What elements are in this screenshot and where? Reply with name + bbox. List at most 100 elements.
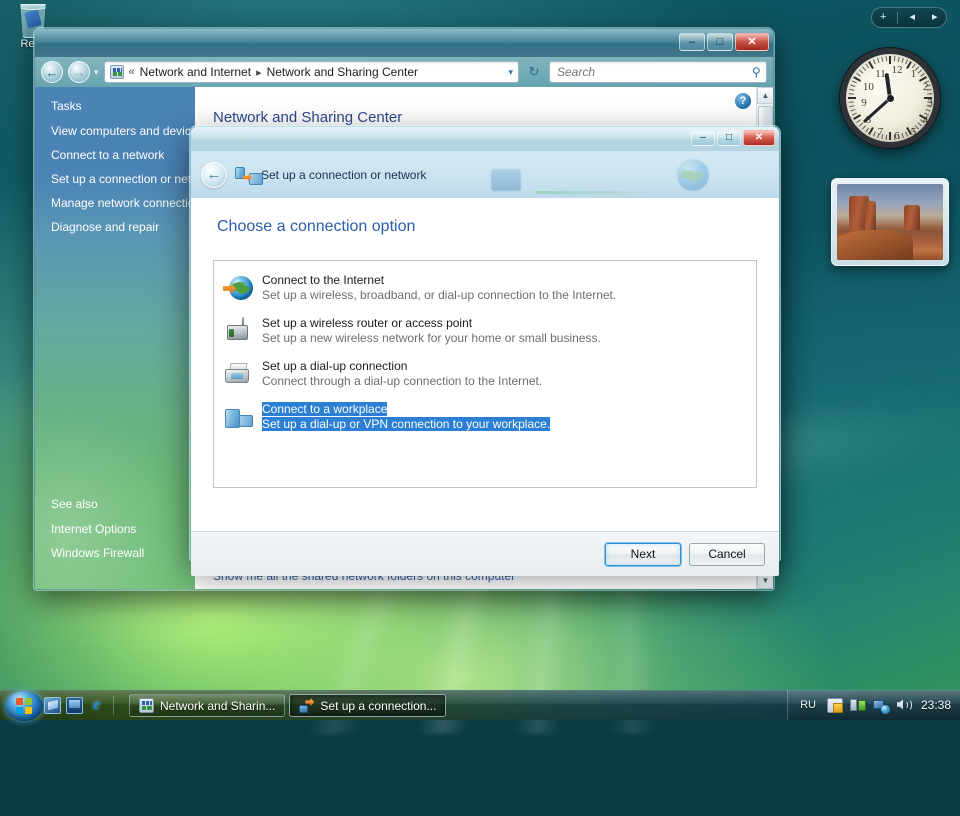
slideshow-gadget[interactable]	[831, 178, 949, 266]
taskbar: e Network and Sharin... Set up a connect…	[0, 690, 960, 722]
network-icon[interactable]	[872, 698, 890, 714]
option-connect-to-internet[interactable]: Connect to the Internet Set up a wireles…	[220, 270, 752, 307]
add-gadget-icon[interactable]: +	[875, 12, 892, 23]
recycle-bin-paper	[24, 9, 42, 29]
back-button[interactable]: ←	[41, 61, 63, 83]
photo-foreground-mesa	[837, 229, 914, 260]
taskbar-button-network-sharing[interactable]: Network and Sharin...	[129, 694, 286, 717]
clock-numeral: 3	[927, 97, 933, 109]
action-center-icon[interactable]	[826, 697, 843, 713]
language-indicator[interactable]: RU	[800, 699, 816, 711]
cancel-button[interactable]: Cancel	[689, 542, 765, 566]
volume-icon[interactable]	[896, 698, 912, 713]
dialog-close-button[interactable]: ✕	[743, 130, 775, 146]
network-setup-icon	[235, 166, 263, 185]
dialog-maximize-button[interactable]: □	[717, 130, 741, 146]
breadcrumb-separator-icon: ▸	[256, 66, 262, 79]
sidebar-item-windows-firewall[interactable]: Windows Firewall	[35, 541, 195, 565]
option-text: Connect to the Internet Set up a wireles…	[262, 273, 748, 303]
sidebar-item-manage-connections[interactable]: Manage network connections	[35, 191, 207, 215]
dialog-minimize-button[interactable]: –	[691, 130, 715, 146]
tasks-heading: Tasks	[51, 99, 82, 113]
option-setup-wireless-router[interactable]: Set up a wireless router or access point…	[220, 313, 752, 350]
next-button[interactable]: Next	[605, 542, 681, 566]
clock-numeral: 1	[910, 68, 917, 81]
option-title: Set up a dial-up connection	[262, 359, 408, 373]
explorer-task-sidebar: Tasks View computers and devices Connect…	[35, 87, 216, 589]
clock-numeral: 6	[894, 130, 900, 142]
explorer-window-buttons: – □ ✕	[679, 33, 769, 51]
start-button[interactable]	[2, 690, 46, 722]
explorer-navigation-bar: ← → ▾ « Network and Internet ▸ Network a…	[35, 57, 773, 87]
option-title: Connect to a workplace	[262, 402, 388, 416]
scroll-up-icon[interactable]: ▲	[757, 87, 773, 104]
dialog-back-button[interactable]: ←	[201, 161, 227, 188]
clock-numeral: 4	[922, 113, 929, 126]
help-icon[interactable]: ?	[735, 93, 751, 109]
power-icon[interactable]	[849, 698, 866, 713]
explorer-minimize-button[interactable]: –	[679, 33, 705, 51]
sidebar-item-diagnose-repair[interactable]: Diagnose and repair	[35, 215, 195, 239]
option-title: Set up a wireless router or access point	[262, 316, 473, 330]
history-dropdown-icon[interactable]: ▾	[94, 67, 99, 78]
refresh-icon[interactable]: ↻	[524, 64, 544, 80]
page-title: Network and Sharing Center	[213, 109, 403, 126]
forward-button[interactable]: →	[68, 61, 90, 83]
option-title: Connect to the Internet	[262, 273, 385, 287]
watermark-house-icon	[569, 167, 603, 189]
flip3d-icon[interactable]	[44, 697, 61, 714]
quick-launch-bar: e	[44, 696, 117, 715]
sidebar-item-setup-connection[interactable]: Set up a connection or network	[35, 167, 216, 191]
clock-center-pin	[886, 94, 894, 102]
explorer-titlebar[interactable]: – □ ✕	[35, 29, 773, 57]
taskbar-button-setup-connection[interactable]: Set up a connection...	[289, 694, 447, 717]
explorer-maximize-button[interactable]: □	[707, 33, 733, 51]
taskbar-button-label: Network and Sharin...	[160, 698, 276, 713]
windows-logo-icon	[5, 691, 43, 721]
search-input[interactable]	[555, 64, 753, 80]
internet-explorer-icon[interactable]: e	[88, 697, 105, 714]
clock-numeral: 12	[891, 64, 903, 76]
sidebar-item-connect-to-network[interactable]: Connect to a network	[35, 143, 195, 167]
search-box[interactable]: ⚲	[549, 61, 767, 83]
option-text: Set up a dial-up connection Connect thro…	[262, 359, 748, 389]
option-connect-to-workplace[interactable]: Connect to a workplace Set up a dial-up …	[220, 399, 752, 436]
clock-numeral: 5	[910, 125, 917, 138]
clock-gadget[interactable]: 121234567891011	[840, 48, 940, 148]
setup-connection-dialog[interactable]: – □ ✕ ← Set up a connection or network C…	[190, 126, 780, 576]
sidebar-item-view-computers[interactable]: View computers and devices	[35, 119, 204, 143]
address-bar[interactable]: « Network and Internet ▸ Network and Sha…	[103, 61, 519, 83]
next-gadget-icon[interactable]: ▸	[926, 12, 943, 23]
connection-options-list[interactable]: Connect to the Internet Set up a wireles…	[213, 260, 757, 488]
see-also-heading: See also	[51, 497, 98, 511]
globe-arrow-icon	[223, 274, 253, 304]
breadcrumb-overflow[interactable]: «	[129, 66, 135, 78]
clock-numeral: 9	[861, 97, 867, 109]
see-also-section: See also Internet Options Windows Firewa…	[35, 494, 195, 565]
show-desktop-icon[interactable]	[66, 697, 83, 714]
dialog-titlebar[interactable]: – □ ✕	[191, 127, 779, 151]
slideshow-photo	[837, 184, 943, 260]
explorer-close-button[interactable]: ✕	[735, 33, 769, 51]
breadcrumb-item-0[interactable]: Network and Internet	[140, 65, 251, 79]
photo-butte-right	[903, 205, 920, 230]
breadcrumb-item-1[interactable]: Network and Sharing Center	[267, 65, 418, 79]
system-tray: RU 23:38	[787, 690, 960, 720]
clock-numeral: 7	[877, 125, 884, 138]
dialog-window-buttons: – □ ✕	[691, 130, 775, 146]
taskbar-clock[interactable]: 23:38	[921, 698, 951, 712]
option-setup-dialup[interactable]: Set up a dial-up connection Connect thro…	[220, 356, 752, 393]
control-divider	[897, 11, 899, 24]
previous-gadget-icon[interactable]: ◂	[904, 12, 921, 23]
dialog-body: Choose a connection option Connect to th…	[191, 198, 779, 531]
dial-up-modem-icon	[223, 360, 253, 390]
sidebar-gadget-controls[interactable]: + ◂ ▸	[871, 7, 947, 28]
option-description: Set up a dial-up or VPN connection to yo…	[262, 417, 551, 431]
clock-numeral: 10	[862, 80, 874, 93]
network-sharing-icon	[139, 698, 154, 713]
sidebar-item-internet-options[interactable]: Internet Options	[35, 517, 195, 541]
search-icon[interactable]: ⚲	[752, 65, 761, 79]
clock-numeral: 2	[922, 80, 929, 93]
address-chevron-down-icon[interactable]: ▾	[508, 67, 513, 78]
photo-butte-left-small	[864, 200, 877, 232]
